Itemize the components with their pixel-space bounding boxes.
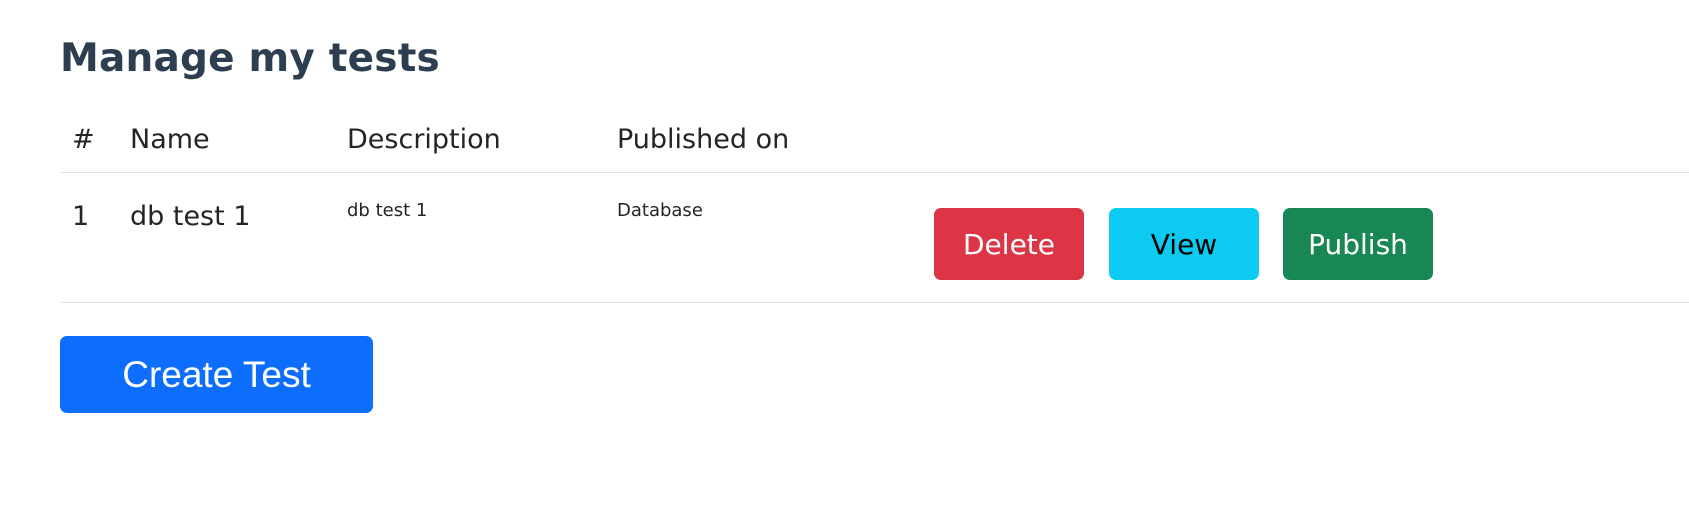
page-title: Manage my tests — [60, 36, 440, 81]
tests-table: # Name Description Published on 1 db tes… — [60, 112, 1689, 303]
table-header-row: # Name Description Published on — [60, 112, 1689, 173]
page: Manage my tests # Name Description Publi… — [0, 0, 1689, 516]
table-row: 1 db test 1 db test 1 Database Delete Vi… — [60, 173, 1689, 303]
row-num: 1 — [72, 201, 90, 232]
publish-button[interactable]: Publish — [1283, 208, 1433, 280]
row-name: db test 1 — [130, 201, 251, 232]
header-num: # — [72, 124, 95, 155]
header-description: Description — [347, 124, 501, 155]
view-button[interactable]: View — [1109, 208, 1259, 280]
header-name: Name — [130, 124, 210, 155]
row-description: db test 1 — [347, 200, 428, 221]
create-test-button[interactable]: Create Test — [60, 336, 373, 413]
row-published-on: Database — [617, 200, 703, 221]
header-published-on: Published on — [617, 124, 790, 155]
delete-button[interactable]: Delete — [934, 208, 1084, 280]
